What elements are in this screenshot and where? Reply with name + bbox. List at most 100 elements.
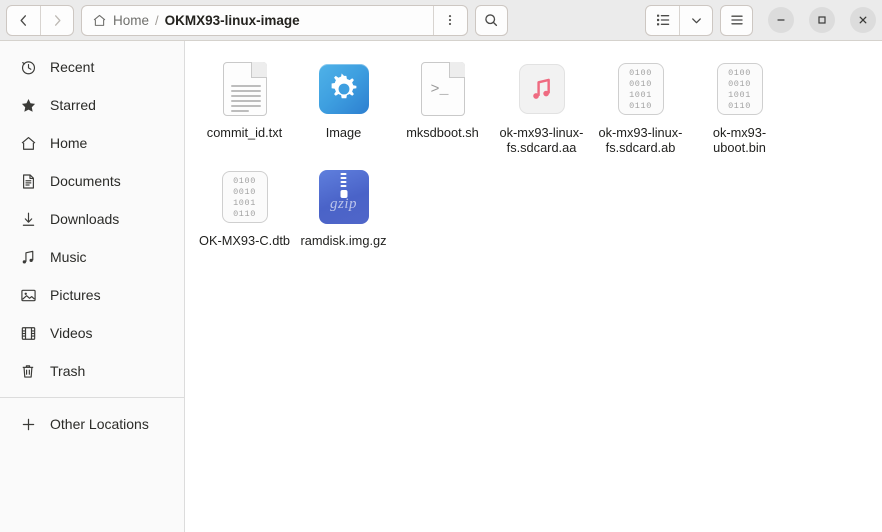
file-icon (318, 59, 369, 119)
view-list-button[interactable] (646, 6, 679, 35)
document-icon (19, 172, 37, 190)
binary-row: 1001 (728, 89, 751, 100)
chevron-right-icon (54, 14, 60, 26)
sidebar-item-label: Home (50, 135, 88, 151)
plus-icon (19, 415, 37, 433)
binary-row: 0010 (629, 78, 652, 89)
text-lines (230, 85, 261, 115)
sidebar-item-label: Recent (50, 59, 95, 75)
music-note-icon (19, 248, 37, 266)
breadcrumb-home-label: Home (113, 12, 150, 28)
sidebar-item-trash[interactable]: Trash (5, 352, 179, 390)
binary-row: 0100 (629, 67, 652, 78)
terminal-prompt-glyph: >_ (430, 81, 449, 98)
binary-row: 0100 (728, 67, 751, 78)
file-icon (518, 59, 565, 119)
gzip-archive-icon: gzip (318, 170, 369, 224)
breadcrumb-separator: / (155, 12, 159, 28)
file-name-label: commit_id.txt (206, 125, 283, 140)
view-mode-group (645, 4, 714, 36)
sidebar-item-label: Music (50, 249, 87, 265)
binary-row: 0010 (233, 186, 256, 197)
minimize-icon (777, 19, 785, 21)
window-body: Recent Starred Home Documents Downloads … (0, 41, 882, 532)
download-icon (19, 210, 37, 228)
file-item[interactable]: ok-mx93-linux-fs.sdcard.aa (492, 55, 591, 163)
file-item[interactable]: 0100 0010 1001 0110 ok-mx93-linux-fs.sdc… (591, 55, 690, 163)
music-note-icon (532, 78, 550, 99)
gear-icon (331, 73, 356, 99)
file-icon: 0100 0010 1001 0110 (716, 59, 763, 119)
text-file-icon (222, 62, 267, 116)
file-item[interactable]: 0100 0010 1001 0110 ok-mx93-uboot.bin (690, 55, 789, 163)
sidebar-item-starred[interactable]: Starred (5, 86, 179, 124)
header-bar: Home / OKMX93-linux-image (0, 0, 882, 41)
close-button[interactable] (850, 7, 877, 33)
sidebar-item-label: Other Locations (50, 416, 149, 432)
sidebar-item-music[interactable]: Music (5, 238, 179, 276)
maximize-icon (818, 16, 826, 24)
view-options-button[interactable] (679, 5, 712, 35)
sidebar-item-label: Trash (50, 363, 86, 379)
home-icon (93, 14, 106, 26)
audio-file-icon (518, 64, 565, 114)
file-name-label: Image (325, 125, 362, 140)
binary-file-icon: 0100 0010 1001 0110 (221, 171, 268, 223)
maximize-button[interactable] (809, 7, 836, 33)
file-icon: gzip (318, 167, 369, 227)
sidebar-item-label: Starred (50, 97, 96, 113)
binary-row: 1001 (629, 89, 652, 100)
star-icon (19, 96, 37, 114)
clock-icon (19, 58, 37, 76)
list-view-icon (656, 14, 669, 26)
binary-file-icon: 0100 0010 1001 0110 (716, 63, 763, 115)
sidebar-item-home[interactable]: Home (5, 124, 179, 162)
sidebar-item-other-locations[interactable]: Other Locations (5, 405, 179, 443)
binary-row: 1001 (233, 197, 256, 208)
file-item[interactable]: Image (294, 55, 393, 163)
gear-app-icon (318, 64, 369, 114)
script-file-icon: >_ (420, 62, 465, 116)
sidebar-item-label: Pictures (50, 287, 101, 303)
file-name-label: mksdboot.sh (406, 125, 479, 140)
main-menu-button[interactable] (720, 4, 754, 36)
file-item[interactable]: 0100 0010 1001 0110 OK-MX93-C.dtb (195, 163, 294, 256)
forward-button[interactable] (40, 5, 73, 35)
search-icon (485, 14, 498, 27)
file-grid: commit_id.txt Image >_ mksdboot.sh ok-mx… (195, 55, 872, 256)
navigation-button-group (6, 4, 74, 36)
file-list-view[interactable]: commit_id.txt Image >_ mksdboot.sh ok-mx… (185, 41, 882, 532)
file-icon (222, 59, 267, 119)
sidebar-item-documents[interactable]: Documents (5, 162, 179, 200)
file-manager-window: Home / OKMX93-linux-image Recent Starred… (0, 0, 882, 532)
sidebar-item-recent[interactable]: Recent (5, 48, 179, 86)
sidebar-item-pictures[interactable]: Pictures (5, 276, 179, 314)
binary-row: 0100 (233, 175, 256, 186)
picture-icon (19, 286, 37, 304)
file-item[interactable]: >_ mksdboot.sh (393, 55, 492, 163)
path-bar: Home / OKMX93-linux-image (81, 4, 468, 36)
breadcrumb: Home / OKMX93-linux-image (82, 13, 433, 28)
vertical-dots-icon (449, 14, 452, 26)
sidebar-item-label: Documents (50, 173, 121, 189)
file-item[interactable]: gzip ramdisk.img.gz (294, 163, 393, 256)
minimize-button[interactable] (768, 7, 795, 33)
sidebar: Recent Starred Home Documents Downloads … (0, 41, 185, 532)
sidebar-item-downloads[interactable]: Downloads (5, 200, 179, 238)
file-name-label: ok-mx93-linux-fs.sdcard.ab (598, 125, 683, 155)
search-button[interactable] (474, 4, 508, 36)
file-name-label: ok-mx93-uboot.bin (712, 125, 767, 155)
sidebar-item-videos[interactable]: Videos (5, 314, 179, 352)
path-options-button[interactable] (432, 5, 467, 35)
back-button[interactable] (7, 6, 40, 35)
breadcrumb-item-current[interactable]: OKMX93-linux-image (165, 13, 300, 28)
sidebar-item-label: Videos (50, 325, 93, 341)
binary-row: 0110 (233, 208, 256, 219)
sidebar-item-label: Downloads (50, 211, 120, 227)
file-item[interactable]: commit_id.txt (195, 55, 294, 163)
breadcrumb-current-label: OKMX93-linux-image (164, 12, 300, 28)
trash-icon (19, 362, 37, 380)
breadcrumb-item-home[interactable]: Home (92, 13, 149, 28)
hamburger-menu-icon (730, 15, 743, 25)
file-name-label: ok-mx93-linux-fs.sdcard.aa (499, 125, 584, 155)
